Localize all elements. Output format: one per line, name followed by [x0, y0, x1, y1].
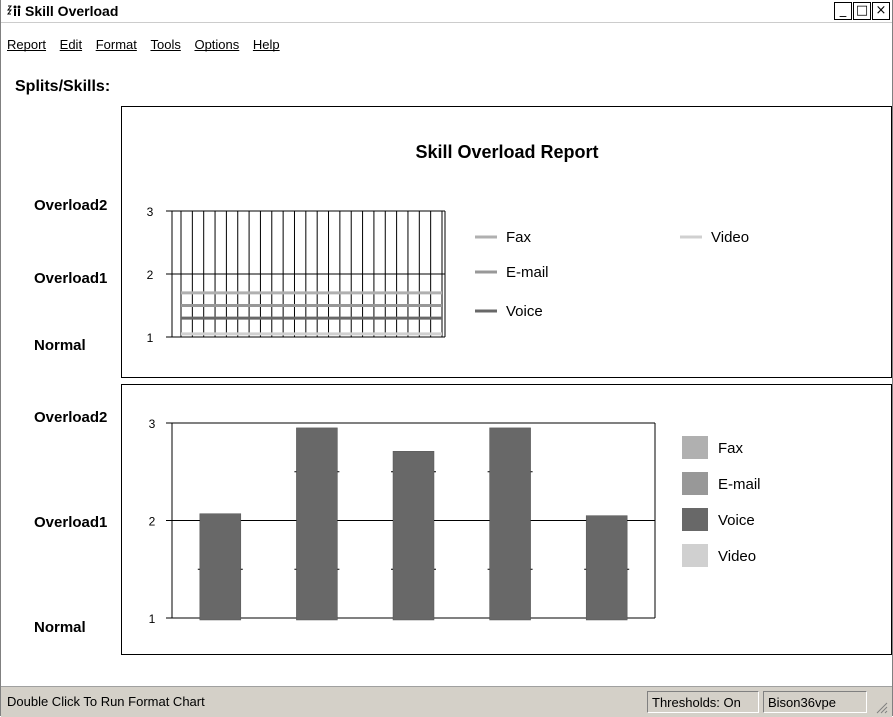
legend-label: Video	[711, 229, 749, 246]
legend-label: Fax	[506, 229, 532, 246]
row-label-overload2-bottom: Overload2	[34, 409, 108, 426]
close-button[interactable]: ×	[872, 2, 890, 20]
y-tick-label: 3	[147, 205, 154, 219]
top-chart-panel[interactable]: Skill Overload Report 1 2 3 Fax E-mail Voice Vi…	[121, 106, 892, 378]
resize-grip-icon[interactable]	[874, 700, 888, 714]
splits-skills-label: Splits/Skills:	[15, 78, 111, 95]
app-icon	[7, 5, 21, 16]
thresholds-status: Thresholds: On	[647, 691, 759, 713]
legend-swatch	[682, 544, 708, 567]
row-label-overload1-bottom: Overload1	[34, 514, 108, 531]
bar-voice	[296, 427, 338, 621]
status-bar: Double Click To Run Format Chart Thresho…	[1, 686, 892, 717]
bottom-chart-panel[interactable]: 1 2 3 Fax E-mail Voice Video	[121, 384, 892, 655]
menu-format[interactable]: Format	[96, 37, 137, 52]
window-title: Skill Overload	[25, 3, 119, 19]
y-tick-label: 2	[149, 515, 156, 529]
menu-edit[interactable]: Edit	[60, 37, 82, 52]
minimize-button[interactable]: _	[834, 2, 852, 20]
menu-report[interactable]: Report	[7, 37, 46, 52]
bar-voice	[392, 451, 435, 621]
row-label-normal-top: Normal	[34, 337, 86, 354]
y-tick-label: 1	[149, 612, 156, 626]
menu-options[interactable]: Options	[194, 37, 239, 52]
title-bar[interactable]: Skill Overload _ □ ×	[1, 0, 892, 23]
menu-help[interactable]: Help	[253, 37, 280, 52]
y-tick-label: 1	[147, 331, 154, 345]
legend-swatch	[682, 436, 708, 459]
y-tick-label: 2	[147, 268, 154, 282]
bar-voice	[489, 427, 531, 621]
status-message: Double Click To Run Format Chart	[7, 694, 205, 709]
bar-voice	[585, 515, 628, 621]
legend-label: Voice	[506, 303, 543, 320]
app-window: Skill Overload _ □ × Report Edit Format …	[0, 0, 893, 717]
legend-swatch	[682, 472, 708, 495]
row-label-overload2-top: Overload2	[34, 197, 108, 214]
y-tick-label: 3	[149, 417, 156, 431]
legend-label: Video	[718, 548, 756, 565]
row-label-overload1-top: Overload1	[34, 270, 108, 287]
row-label-normal-bottom: Normal	[34, 619, 86, 636]
bar-voice	[199, 513, 242, 621]
maximize-button[interactable]: □	[853, 2, 871, 20]
menu-bar: Report Edit Format Tools Options Help	[1, 37, 892, 57]
chart-title: Skill Overload Report	[415, 142, 598, 162]
legend-label: Voice	[718, 512, 755, 529]
legend-label: E-mail	[718, 476, 761, 493]
server-status: Bison36vpe	[763, 691, 867, 713]
line-chart[interactable]: Skill Overload Report 1 2 3 Fax E-mail Voice Vi…	[122, 107, 891, 377]
legend-swatch	[682, 508, 708, 531]
legend-label: Fax	[718, 440, 744, 457]
menu-tools[interactable]: Tools	[150, 37, 180, 52]
legend-label: E-mail	[506, 264, 549, 281]
bar-chart[interactable]: 1 2 3 Fax E-mail Voice Video	[122, 385, 891, 654]
